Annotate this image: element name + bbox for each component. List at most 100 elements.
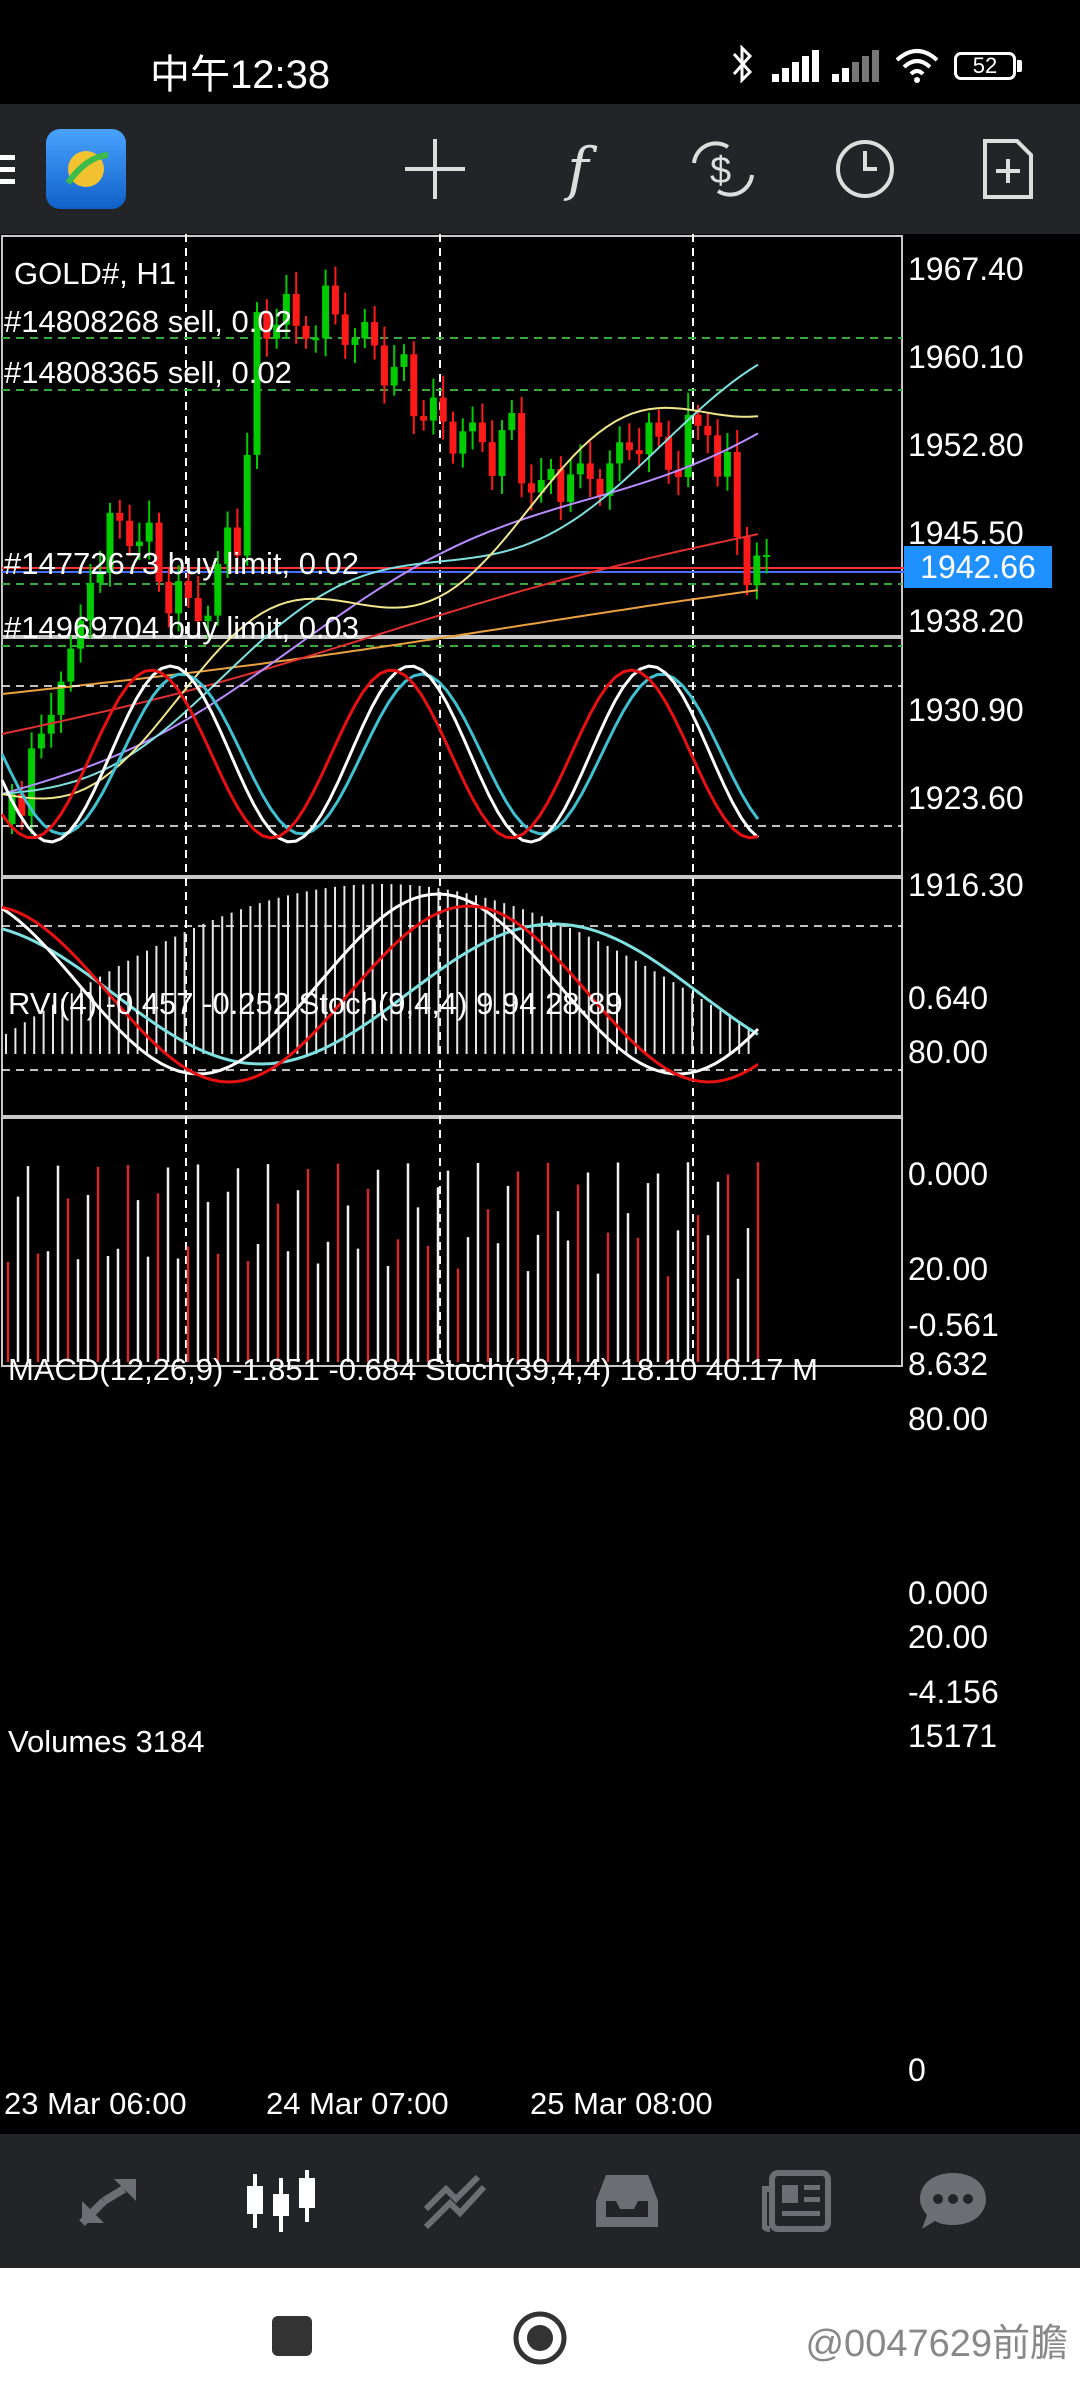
battery-level: 52 bbox=[972, 53, 998, 78]
candle-body bbox=[420, 416, 428, 421]
rvi-cyan-line bbox=[0, 672, 760, 836]
candle-body bbox=[126, 520, 134, 546]
price-axis-label: 1923.60 bbox=[908, 780, 1024, 816]
price-axis-label: 1938.20 bbox=[908, 603, 1024, 639]
candle-body bbox=[694, 414, 702, 426]
macd-indicator-label: MACD(12,26,9) -1.851 -0.684 Stoch(39,4,4… bbox=[8, 1352, 818, 1387]
candle-body bbox=[400, 354, 408, 367]
candle-body bbox=[390, 366, 398, 386]
current-price-tag: 1942.66 bbox=[904, 546, 1052, 588]
order-label[interactable]: #14808268 sell, 0.02 bbox=[4, 304, 292, 340]
macd-axis-label: 80.00 bbox=[908, 1401, 989, 1437]
quotes-icon[interactable] bbox=[34, 2134, 184, 2268]
status-time: 中午12:38 bbox=[150, 53, 331, 97]
candle-body bbox=[478, 422, 486, 443]
price-axis-label: 1916.30 bbox=[908, 867, 1024, 903]
candle-body bbox=[145, 522, 153, 542]
price-axis-label: 1952.80 bbox=[908, 427, 1024, 463]
candle-body bbox=[439, 397, 447, 422]
candle-body bbox=[645, 422, 653, 455]
toolbar: f $ bbox=[0, 104, 1080, 234]
volume-axis-label: 0 bbox=[908, 2052, 926, 2088]
signal-icon-2 bbox=[832, 50, 882, 82]
crosshair-icon[interactable] bbox=[375, 104, 495, 234]
function-f-icon[interactable]: f bbox=[518, 104, 638, 234]
price-axis-label: 1960.10 bbox=[908, 339, 1024, 375]
order-label[interactable]: #14808365 sell, 0.02 bbox=[4, 355, 292, 391]
candle-body bbox=[508, 413, 516, 431]
candle-body bbox=[37, 733, 45, 749]
candle-body bbox=[616, 442, 624, 464]
candle-body bbox=[429, 397, 437, 421]
rvi-axis-label: 20.00 bbox=[908, 1251, 989, 1287]
candle-body bbox=[723, 452, 731, 477]
candle-body bbox=[498, 430, 506, 476]
recents-button[interactable] bbox=[272, 2316, 312, 2356]
add-document-icon[interactable] bbox=[948, 104, 1068, 234]
order-label[interactable]: #14772673 buy limit, 0.02 bbox=[4, 546, 359, 582]
candle-body bbox=[302, 325, 310, 339]
hamburger-menu-icon[interactable] bbox=[0, 104, 30, 234]
candle-body bbox=[469, 422, 477, 432]
trade-icon[interactable] bbox=[380, 2134, 530, 2268]
candle-body bbox=[175, 581, 183, 614]
candle-body bbox=[655, 422, 663, 437]
volume-indicator-label: Volumes 3184 bbox=[8, 1724, 205, 1759]
time-axis-label: 25 Mar 08:00 bbox=[530, 2086, 713, 2121]
candle-body bbox=[116, 512, 124, 521]
candle-body bbox=[449, 421, 457, 454]
home-button[interactable] bbox=[510, 2308, 570, 2368]
candle-body bbox=[704, 425, 712, 436]
chat-icon[interactable] bbox=[878, 2134, 1028, 2268]
candle-body bbox=[184, 581, 192, 598]
candle-body bbox=[743, 536, 751, 586]
candle-body bbox=[243, 454, 251, 556]
time-axis-label: 24 Mar 07:00 bbox=[266, 2086, 449, 2121]
rvi-indicator-label: RVI(4) -0.457 -0.252 Stoch(9,4,4) 9.94 2… bbox=[8, 986, 623, 1021]
candle-body bbox=[322, 285, 330, 339]
status-bar: 中午12:38 52 bbox=[0, 0, 1080, 104]
news-icon[interactable] bbox=[722, 2134, 872, 2268]
metatrader-logo-icon[interactable] bbox=[38, 104, 134, 234]
macd-axis-label: 0.000 bbox=[908, 1575, 989, 1611]
candle-body bbox=[67, 648, 75, 682]
chart-icon[interactable] bbox=[206, 2134, 356, 2268]
macd-axis-label: 8.632 bbox=[908, 1346, 989, 1382]
candle-body bbox=[312, 338, 320, 341]
candle-body bbox=[410, 354, 418, 417]
signal-icon bbox=[772, 50, 822, 82]
price-axis-label: 1967.40 bbox=[908, 251, 1024, 287]
candle-body bbox=[165, 581, 173, 614]
candle-body bbox=[753, 555, 761, 586]
symbol-dollar-icon[interactable]: $ bbox=[663, 104, 783, 234]
svg-text:$: $ bbox=[710, 150, 731, 192]
bottom-nav bbox=[0, 2134, 1080, 2268]
volume-axis-label: 15171 bbox=[908, 1718, 997, 1754]
price-axis-label: 1930.90 bbox=[908, 692, 1024, 728]
rvi-axis-label: 0.000 bbox=[908, 1156, 989, 1192]
wifi-icon bbox=[895, 49, 939, 83]
history-icon[interactable] bbox=[552, 2134, 702, 2268]
candle-body bbox=[596, 478, 604, 496]
candle-body bbox=[371, 322, 379, 346]
candle-body bbox=[733, 452, 741, 537]
clock-icon[interactable] bbox=[805, 104, 925, 234]
rvi-axis-label: 80.00 bbox=[908, 1034, 989, 1070]
candle-body bbox=[380, 345, 388, 386]
candle-body bbox=[351, 338, 359, 345]
candle-body bbox=[488, 442, 496, 476]
candle-body bbox=[361, 322, 369, 339]
stoch-white-line bbox=[0, 664, 760, 844]
candle-body bbox=[292, 293, 300, 326]
candle-body bbox=[576, 463, 584, 475]
macd-axis-label: -4.156 bbox=[908, 1674, 999, 1710]
candle-body bbox=[459, 431, 467, 454]
candle-body bbox=[763, 554, 771, 557]
battery-icon: 52 bbox=[954, 52, 1016, 80]
chart-area[interactable]: GOLD#, H1 #14808268 sell, 0.02 #14808365… bbox=[0, 234, 1080, 2134]
order-label[interactable]: #14969704 buy limit, 0.03 bbox=[4, 610, 359, 646]
candle-body bbox=[625, 442, 633, 451]
watermark: @0047629前膽 bbox=[805, 2323, 1068, 2365]
bluetooth-icon bbox=[732, 44, 753, 84]
battery-tip bbox=[1017, 60, 1022, 72]
